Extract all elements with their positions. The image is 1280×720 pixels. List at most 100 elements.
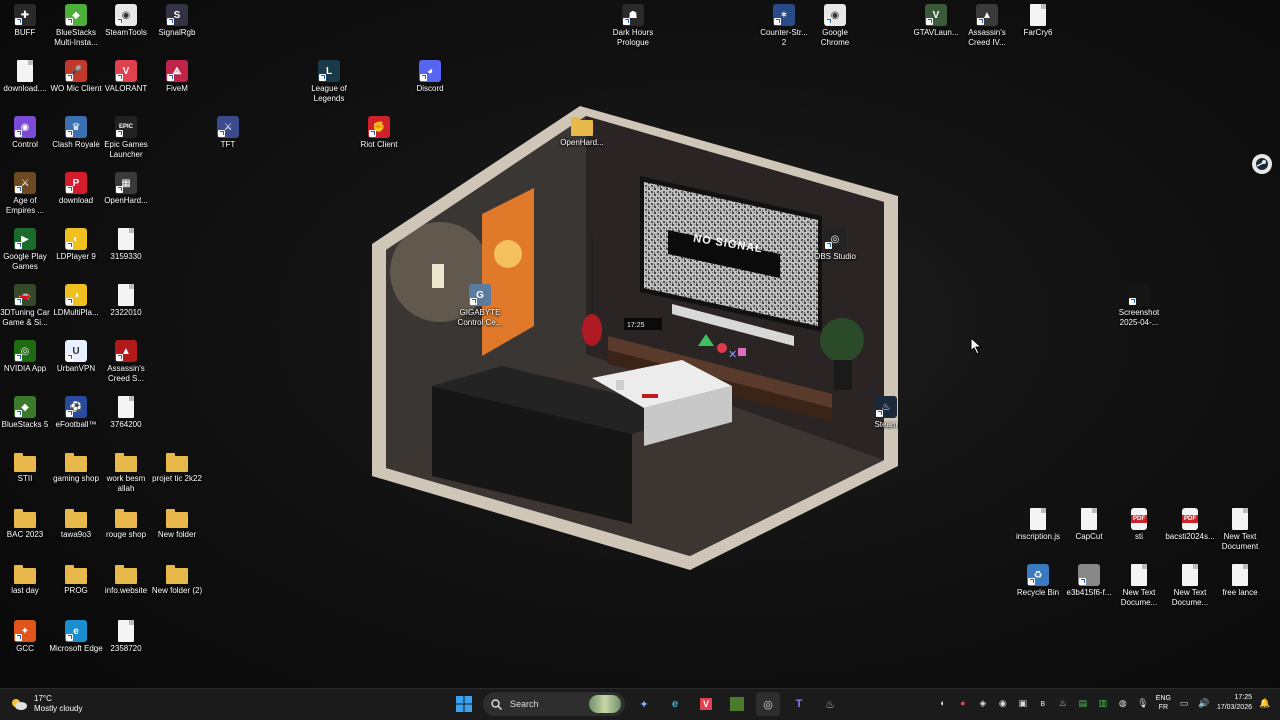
tray-app-icon-6[interactable]: ʙ (1036, 696, 1050, 710)
network-icon[interactable]: ▭ (1177, 696, 1191, 710)
desktop-shortcut-discord[interactable]: ◕ Discord (405, 60, 455, 94)
taskbar-search-box[interactable]: Search (483, 692, 625, 716)
shortcut-arrow-icon (66, 242, 73, 249)
desktop-shortcut-capcut[interactable]: CapCut (1064, 508, 1114, 542)
desktop-shortcut-info-website[interactable]: info.website (101, 564, 151, 596)
notification-icon[interactable]: 🔔 (1258, 696, 1272, 710)
desktop-shortcut-buff[interactable]: ✚ BUFF (0, 4, 50, 38)
desktop-shortcut-prog[interactable]: PROG (51, 564, 101, 596)
language-indicator[interactable]: ENG FR (1156, 694, 1171, 712)
desktop-shortcut-assassin-s-creed-iv[interactable]: ▲ Assassin's Creed IV... (962, 4, 1012, 48)
desktop-shortcut-ldplayer-9[interactable]: ◐ LDPlayer 9 (51, 228, 101, 262)
desktop-shortcut-urbanvpn[interactable]: U UrbanVPN (51, 340, 101, 374)
desktop-shortcut-new-text-docume[interactable]: New Text Docume... (1114, 564, 1164, 608)
desktop-shortcut-stii[interactable]: STII (0, 452, 50, 484)
desktop-shortcut-gigabyte-control-ce[interactable]: G GIGABYTE Control Ce... (455, 284, 505, 328)
desktop-shortcut-3764200[interactable]: 3764200 (101, 396, 151, 430)
tray-app-icon-3[interactable]: ◈ (976, 696, 990, 710)
desktop-shortcut-counter-str-2[interactable]: ✶ Counter-Str... 2 (759, 4, 809, 48)
desktop-shortcut-gtavlaun[interactable]: V GTAVLaun... (911, 4, 961, 38)
desktop-shortcut-3dtuning-car-game-si[interactable]: 🚗 3DTuning Car Game & Si... (0, 284, 50, 328)
desktop-shortcut-efootball[interactable]: ⚽ eFootball™ (51, 396, 101, 430)
svg-text:✕: ✕ (728, 348, 737, 361)
desktop-shortcut-last-day[interactable]: last day (0, 564, 50, 596)
desktop-shortcut-nvidia-app[interactable]: ◎ NVIDIA App (0, 340, 50, 374)
taskbar-steam-button[interactable]: ♨ (818, 692, 842, 716)
desktop-shortcut-bacsti2024s[interactable]: PDF bacsti2024s... (1165, 508, 1215, 542)
desktop-shortcut-farcry6[interactable]: FarCry6 (1013, 4, 1063, 38)
desktop-shortcut-label: 3159330 (110, 252, 142, 261)
taskbar-copilot-button[interactable]: ✦ (632, 692, 656, 716)
desktop-shortcut-dark-hours-prologue[interactable]: ☗ Dark Hours Prologue (608, 4, 658, 48)
tray-app-icon-1[interactable]: ◐ (936, 696, 950, 710)
desktop-shortcut-sti[interactable]: PDF sti (1114, 508, 1164, 542)
desktop-shortcut-control[interactable]: ◉ Control (0, 116, 50, 150)
desktop-shortcut-league-of-legends[interactable]: L League of Legends (304, 60, 354, 104)
desktop-shortcut-download[interactable]: download.... (0, 60, 50, 94)
desktop-shortcut-wo-mic-client[interactable]: 🎤 WO Mic Client (50, 60, 102, 94)
desktop-shortcut-google-play-games[interactable]: ▶ Google Play Games (0, 228, 50, 272)
tray-app-icon-2[interactable]: ● (956, 696, 970, 710)
tray-app-icon-5[interactable]: ▣ (1016, 696, 1030, 710)
desktop-shortcut-inscription-js[interactable]: inscription.js (1013, 508, 1063, 542)
valorant-icon: V (699, 698, 712, 710)
desktop-shortcut-assassin-s-creed-s[interactable]: ▲ Assassin's Creed S... (101, 340, 151, 384)
taskbar-valorant-button[interactable]: V (694, 692, 718, 716)
desktop-shortcut-new-text-docume[interactable]: New Text Docume... (1165, 564, 1215, 608)
desktop-shortcut-tawa9o3[interactable]: tawa9o3 (51, 508, 101, 540)
desktop-shortcut-riot-client[interactable]: ✊ Riot Client (354, 116, 404, 150)
tray-steamtools-icon[interactable]: ◉ (996, 696, 1010, 710)
weather-widget[interactable]: 17°C Mostly cloudy (10, 694, 82, 714)
steam-overlay-icon[interactable] (1252, 154, 1272, 174)
desktop-shortcut-ldmultipla[interactable]: ◑ LDMultiPla... (51, 284, 101, 318)
tray-app-icon-9[interactable]: ▥ (1096, 696, 1110, 710)
desktop-shortcut-2358720[interactable]: 2358720 (101, 620, 151, 654)
desktop-shortcut-fivem[interactable]: ⟁ FiveM (152, 60, 202, 94)
signalrgb-icon: S (166, 4, 188, 26)
desktop-shortcut-bac-2023[interactable]: BAC 2023 (0, 508, 50, 540)
tray-chrome-icon[interactable]: ◍ (1116, 696, 1130, 710)
desktop-shortcut-openhard[interactable]: ▦ OpenHard... (101, 172, 151, 206)
taskbar-clock[interactable]: 17:25 17/03/2026 (1217, 693, 1252, 713)
desktop-shortcut-clash-royale[interactable]: ♛ Clash Royale (51, 116, 101, 150)
desktop-shortcut-microsoft-edge[interactable]: e Microsoft Edge (49, 620, 103, 654)
taskbar-minecraft-button[interactable] (725, 692, 749, 716)
desktop-shortcut-age-of-empires[interactable]: ⚔ Age of Empires ... (0, 172, 50, 216)
desktop-shortcut-recycle-bin[interactable]: ♻ Recycle Bin (1013, 564, 1063, 598)
desktop-shortcut-3159330[interactable]: 3159330 (101, 228, 151, 262)
desktop-shortcut-gaming-shop[interactable]: gaming shop (51, 452, 101, 484)
desktop-shortcut-tft[interactable]: ⚔ TFT (203, 116, 253, 150)
desktop-shortcut-steam[interactable]: ♨ Steam (861, 396, 911, 430)
desktop-shortcut-steamtools[interactable]: ◉ SteamTools (101, 4, 151, 38)
desktop-shortcut-new-folder-2[interactable]: New folder (2) (152, 564, 202, 596)
taskbar-edge-button[interactable]: e (663, 692, 687, 716)
desktop-shortcut-google-chrome[interactable]: ◉ Google Chrome (810, 4, 860, 48)
taskbar-obs-button[interactable]: ◎ (756, 692, 780, 716)
taskbar-teams-button[interactable]: T (787, 692, 811, 716)
volume-icon[interactable]: 🔊 (1197, 696, 1211, 710)
start-button[interactable] (452, 692, 476, 716)
desktop-shortcut-obs-studio[interactable]: ◎ OBS Studio (810, 228, 860, 262)
desktop-shortcut-new-text-document[interactable]: New Text Document (1215, 508, 1265, 552)
desktop-shortcut-e3b415f6-f[interactable]: e3b415f6-f... (1064, 564, 1114, 598)
microphone-icon[interactable]: 🎙 (1136, 696, 1150, 710)
shortcut-arrow-icon (876, 410, 883, 417)
tray-steam-icon[interactable]: ♨ (1056, 696, 1070, 710)
desktop-shortcut-free-lance[interactable]: free lance (1215, 564, 1265, 598)
desktop-shortcut-rouge-shop[interactable]: rouge shop (101, 508, 151, 540)
desktop-shortcut-openhard[interactable]: OpenHard... (557, 116, 607, 148)
desktop-shortcut-valorant[interactable]: V VALORANT (101, 60, 151, 94)
desktop-shortcut-signalrgb[interactable]: S SignalRgb (152, 4, 202, 38)
tray-app-icon-8[interactable]: ▤ (1076, 696, 1090, 710)
desktop-shortcut-gcc[interactable]: ✦ GCC (0, 620, 50, 654)
desktop-shortcut-epic-games-launcher[interactable]: EPIC Epic Games Launcher (101, 116, 151, 160)
desktop-shortcut-2322010[interactable]: 2322010 (101, 284, 151, 318)
3dtuning-icon: 🚗 (14, 284, 36, 306)
desktop-shortcut-bluestacks-multi-insta[interactable]: ◆ BlueStacks Multi-Insta... (51, 4, 101, 48)
desktop-shortcut-work-besm-allah[interactable]: work besm allah (101, 452, 151, 494)
desktop-shortcut-new-folder[interactable]: New folder (152, 508, 202, 540)
desktop-shortcut-projet-tic-2k22[interactable]: projet tic 2k22 (152, 452, 202, 484)
desktop-shortcut-download[interactable]: Pdownload (51, 172, 101, 206)
desktop-shortcut-bluestacks-5[interactable]: ◆ BlueStacks 5 (0, 396, 50, 430)
desktop-shortcut-screenshot-2025-04[interactable]: Screenshot 2025-04-... (1114, 284, 1164, 328)
